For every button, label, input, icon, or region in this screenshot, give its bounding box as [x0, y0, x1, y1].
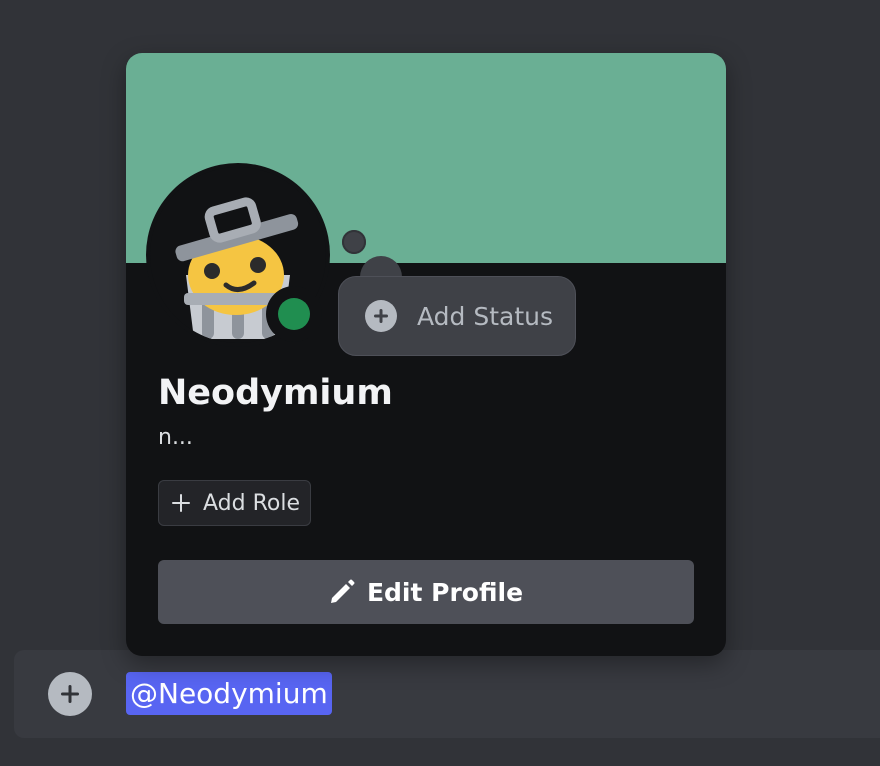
add-role-label: Add Role — [203, 490, 300, 516]
add-status-button[interactable]: Add Status — [338, 276, 576, 356]
online-status-indicator — [278, 298, 310, 330]
plus-icon — [61, 685, 79, 703]
add-attachment-button[interactable] — [48, 672, 92, 716]
pencil-icon — [329, 579, 355, 605]
add-status-label: Add Status — [417, 301, 554, 331]
profile-popout: Add Status Neodymium n... Add Role Edit … — [126, 53, 726, 656]
add-role-button[interactable]: Add Role — [158, 480, 311, 526]
plus-circle-icon — [365, 300, 397, 332]
edit-profile-button[interactable]: Edit Profile — [158, 560, 694, 624]
edit-profile-label: Edit Profile — [366, 577, 524, 607]
username: n... — [158, 425, 193, 450]
plus-icon — [171, 493, 191, 513]
display-name: Neodymium — [158, 373, 393, 413]
user-mention[interactable]: @Neodymium — [126, 672, 332, 715]
app-root: @Neodymium Add Status Neodymium n... Add… — [0, 0, 880, 766]
thought-bubble-dot-small — [342, 230, 366, 254]
